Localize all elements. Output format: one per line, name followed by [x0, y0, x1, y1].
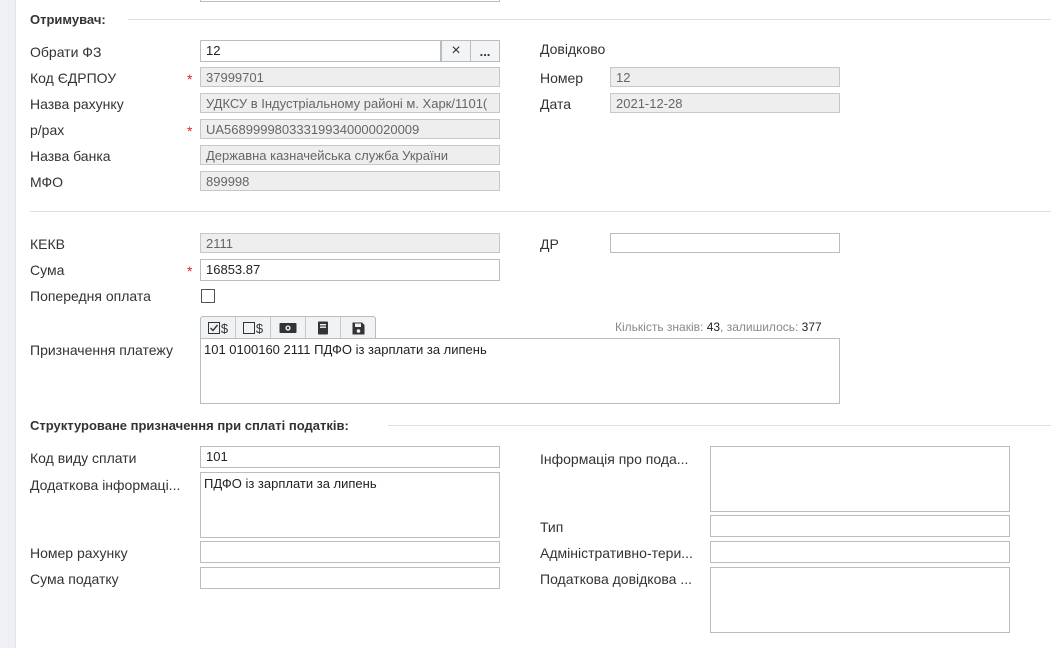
- reference-date-field: 2021-12-28: [610, 93, 840, 113]
- book-button[interactable]: [306, 317, 341, 339]
- mfo-label: МФО: [30, 174, 64, 190]
- account-name-label: Назва рахунку: [30, 96, 124, 112]
- required-marker: *: [187, 71, 193, 87]
- extra-info-label: Додаткова інформаці...: [30, 477, 181, 493]
- type-label: Тип: [540, 519, 564, 535]
- check-dollar-button[interactable]: $: [201, 317, 236, 339]
- reference-title: Довідково: [540, 41, 606, 57]
- section-divider: [128, 19, 1051, 20]
- tax-sum-label: Сума податку: [30, 571, 119, 587]
- kekv-field: 2111: [200, 233, 500, 253]
- book-icon: [318, 321, 328, 335]
- choose-fz-input[interactable]: 12: [200, 40, 441, 62]
- money-icon: [279, 323, 297, 333]
- ellipsis-icon: ...: [479, 43, 491, 59]
- left-sidebar-strip: [0, 0, 16, 648]
- choose-fz-label: Обрати ФЗ: [30, 44, 102, 60]
- required-marker: *: [187, 263, 193, 279]
- tax-reference-textarea[interactable]: [710, 567, 1010, 633]
- char-count-value: 43: [706, 320, 721, 334]
- account-label: р/рах: [30, 122, 65, 138]
- tax-section-title: Структуроване призначення при сплаті под…: [30, 418, 349, 433]
- kekv-label: КЕКВ: [30, 236, 65, 252]
- save-button[interactable]: [341, 317, 375, 339]
- type-input[interactable]: [710, 515, 1010, 537]
- extra-info-textarea[interactable]: ПДФО із зарплати за липень: [200, 472, 500, 538]
- box-dollar-icon: $: [242, 321, 263, 336]
- prepayment-checkbox[interactable]: [201, 289, 215, 303]
- admin-territory-label: Адміністративно-тери...: [540, 545, 693, 561]
- sum-input[interactable]: 16853.87: [200, 259, 500, 281]
- payment-code-label: Код виду сплати: [30, 450, 137, 466]
- tax-sum-input[interactable]: [200, 567, 500, 589]
- bank-name-field: Державна казначейська служба України: [200, 145, 500, 165]
- edrpou-field: 37999701: [200, 67, 500, 87]
- bank-name-label: Назва банка: [30, 148, 111, 164]
- mfo-field: 899998: [200, 171, 500, 191]
- top-partial-field[interactable]: [200, 0, 500, 2]
- tax-reference-label: Податкова довідкова ...: [540, 571, 692, 587]
- tax-info-textarea[interactable]: [710, 446, 1010, 512]
- prepayment-label: Попередня оплата: [30, 288, 151, 304]
- edrpou-label: Код ЄДРПОУ: [30, 70, 117, 86]
- payment-code-input[interactable]: 101: [200, 446, 500, 468]
- clear-fz-button[interactable]: ×: [441, 40, 471, 62]
- reference-number-label: Номер: [540, 70, 584, 86]
- close-icon: ×: [451, 42, 461, 59]
- account-field: UA568999980333199340000020009: [200, 119, 500, 139]
- account-number-label: Номер рахунку: [30, 545, 128, 561]
- account-name-field: УДКСУ в Індустріальному районі м. Харк/1…: [200, 93, 500, 113]
- required-marker: *: [187, 123, 193, 139]
- money-button[interactable]: [271, 317, 306, 339]
- char-counter: Кількість знаків: 43, залишилось: 377: [615, 320, 822, 334]
- char-count-label: Кількість знаків:: [615, 320, 704, 334]
- reference-number-field: 12: [610, 67, 840, 87]
- purpose-textarea[interactable]: 101 0100160 2111 ПДФО із зарплати за лип…: [200, 338, 840, 404]
- browse-fz-button[interactable]: ...: [470, 40, 500, 62]
- account-number-input[interactable]: [200, 541, 500, 563]
- dr-input[interactable]: [610, 233, 840, 253]
- purpose-label: Призначення платежу: [30, 342, 173, 358]
- tax-info-label: Інформація про пода...: [540, 451, 689, 467]
- dr-label: ДР: [540, 236, 559, 252]
- reference-date-label: Дата: [540, 96, 572, 112]
- save-icon: [352, 322, 364, 334]
- purpose-toolbar: $ $: [200, 316, 376, 339]
- sum-label: Сума: [30, 262, 65, 278]
- box-dollar-button[interactable]: $: [236, 317, 271, 339]
- admin-territory-input[interactable]: [710, 541, 1010, 563]
- section-divider: [30, 211, 1051, 212]
- chars-left-value: 377: [801, 320, 822, 334]
- chars-left-label: , залишилось:: [720, 320, 799, 334]
- recipient-section-title: Отримувач:: [30, 12, 106, 27]
- section-divider: [388, 425, 1051, 426]
- check-dollar-icon: $: [207, 321, 228, 336]
